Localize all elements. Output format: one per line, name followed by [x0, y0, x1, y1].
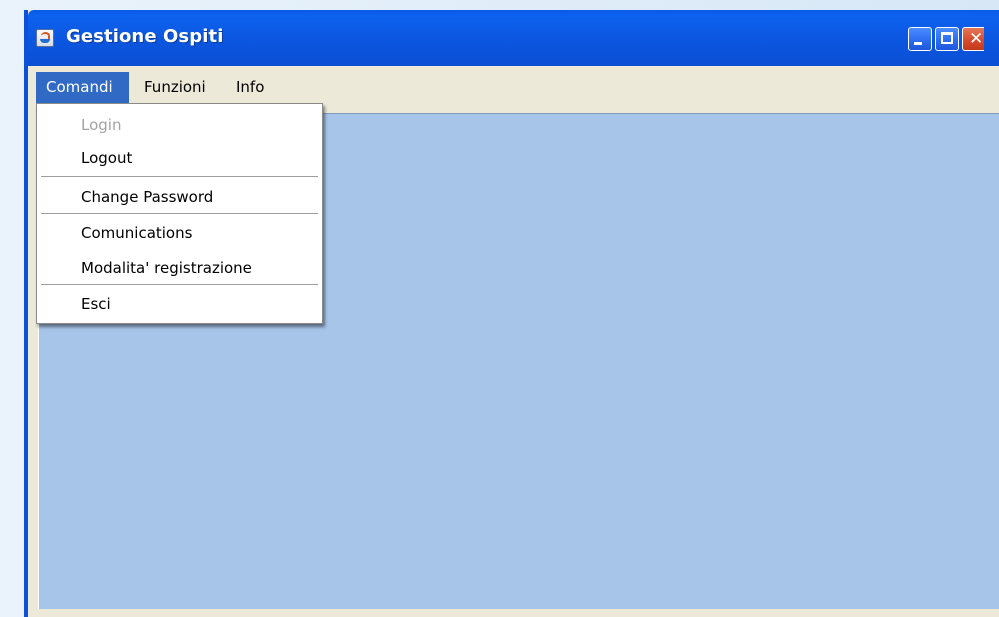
- menu-comandi[interactable]: Comandi: [36, 72, 129, 103]
- menu-item-change-password[interactable]: Change Password: [37, 182, 322, 212]
- menu-item-esci[interactable]: Esci: [37, 289, 322, 319]
- menu-funzioni[interactable]: Funzioni: [138, 72, 212, 103]
- window-bottom-edge: [28, 609, 999, 617]
- menu-separator: [41, 176, 318, 178]
- minimize-button[interactable]: [908, 27, 932, 51]
- title-bar[interactable]: Gestione Ospiti ✕: [28, 10, 999, 66]
- menu-separator: [41, 213, 318, 215]
- menu-item-comunications[interactable]: Comunications: [37, 218, 322, 248]
- menu-bar: Comandi Funzioni Info: [28, 66, 999, 108]
- menu-item-logout[interactable]: Logout: [37, 143, 322, 173]
- minimize-icon: [914, 42, 922, 45]
- menu-separator: [41, 284, 318, 286]
- menu-item-modalita-registrazione[interactable]: Modalita' registrazione: [37, 253, 322, 283]
- close-icon: ✕: [969, 29, 984, 49]
- menu-item-login: Login: [81, 116, 122, 134]
- close-button[interactable]: ✕: [962, 27, 984, 51]
- maximize-icon: [941, 32, 953, 44]
- maximize-button[interactable]: [935, 27, 959, 51]
- java-coffee-cup-icon: [36, 29, 54, 47]
- comandi-dropdown-menu: Login Logout Change Password Comunicatio…: [36, 103, 323, 324]
- menu-info[interactable]: Info: [230, 72, 270, 103]
- window-title: Gestione Ospiti: [66, 26, 224, 47]
